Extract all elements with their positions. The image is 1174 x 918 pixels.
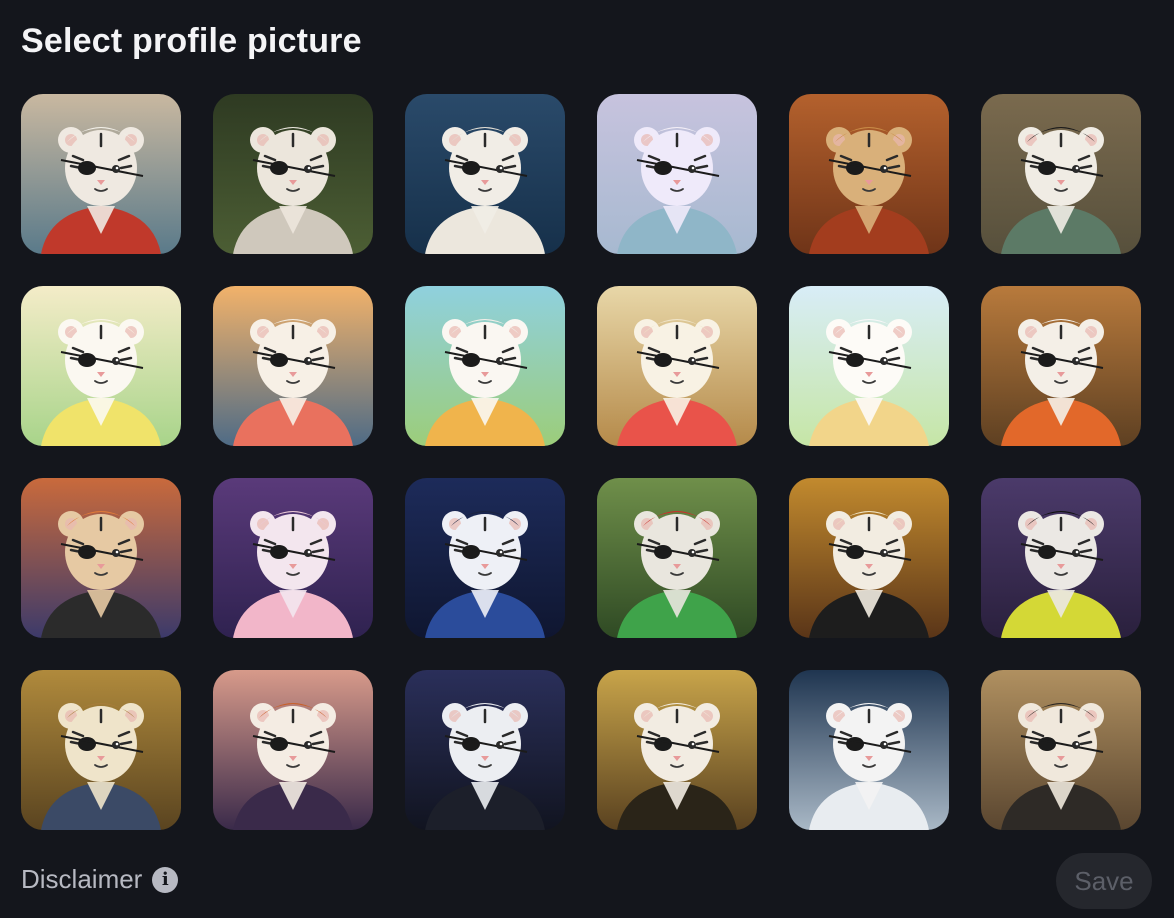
avatar-option[interactable] — [981, 670, 1141, 830]
info-icon[interactable]: i — [152, 866, 179, 893]
avatar-option[interactable] — [213, 94, 373, 254]
avatar-option[interactable] — [21, 670, 181, 830]
avatar-option[interactable] — [405, 670, 565, 830]
avatar-image — [981, 94, 1141, 254]
avatar-image — [213, 94, 373, 254]
avatar-option[interactable] — [789, 670, 949, 830]
avatar-image — [789, 94, 949, 254]
avatar-image — [405, 670, 565, 830]
avatar-option[interactable] — [405, 478, 565, 638]
avatar-option[interactable] — [405, 286, 565, 446]
avatar-option[interactable] — [597, 478, 757, 638]
avatar-option[interactable] — [789, 94, 949, 254]
avatar-option[interactable] — [21, 94, 181, 254]
avatar-image — [21, 94, 181, 254]
avatar-image — [789, 670, 949, 830]
avatar-grid — [21, 94, 1141, 830]
avatar-image — [597, 670, 757, 830]
page-title: Select profile picture — [21, 22, 362, 60]
avatar-image — [789, 286, 949, 446]
avatar-option[interactable] — [789, 478, 949, 638]
avatar-option[interactable] — [981, 94, 1141, 254]
avatar-option[interactable] — [213, 670, 373, 830]
avatar-image — [789, 478, 949, 638]
save-button[interactable]: Save — [1056, 853, 1152, 909]
avatar-option[interactable] — [405, 94, 565, 254]
avatar-image — [213, 670, 373, 830]
avatar-image — [21, 670, 181, 830]
disclaimer[interactable]: Disclaimer i — [21, 864, 179, 895]
avatar-image — [981, 478, 1141, 638]
avatar-image — [597, 94, 757, 254]
avatar-image — [981, 670, 1141, 830]
avatar-image — [21, 286, 181, 446]
avatar-option[interactable] — [597, 670, 757, 830]
avatar-image — [405, 94, 565, 254]
avatar-option[interactable] — [789, 286, 949, 446]
avatar-option[interactable] — [981, 478, 1141, 638]
avatar-option[interactable] — [21, 478, 181, 638]
avatar-option[interactable] — [981, 286, 1141, 446]
avatar-image — [213, 478, 373, 638]
avatar-image — [405, 286, 565, 446]
avatar-image — [213, 286, 373, 446]
avatar-image — [981, 286, 1141, 446]
avatar-option[interactable] — [213, 286, 373, 446]
avatar-option[interactable] — [21, 286, 181, 446]
avatar-image — [405, 478, 565, 638]
avatar-image — [21, 478, 181, 638]
avatar-image — [597, 286, 757, 446]
avatar-option[interactable] — [597, 286, 757, 446]
avatar-option[interactable] — [597, 94, 757, 254]
avatar-option[interactable] — [213, 478, 373, 638]
disclaimer-label: Disclaimer — [21, 864, 143, 894]
avatar-image — [597, 478, 757, 638]
